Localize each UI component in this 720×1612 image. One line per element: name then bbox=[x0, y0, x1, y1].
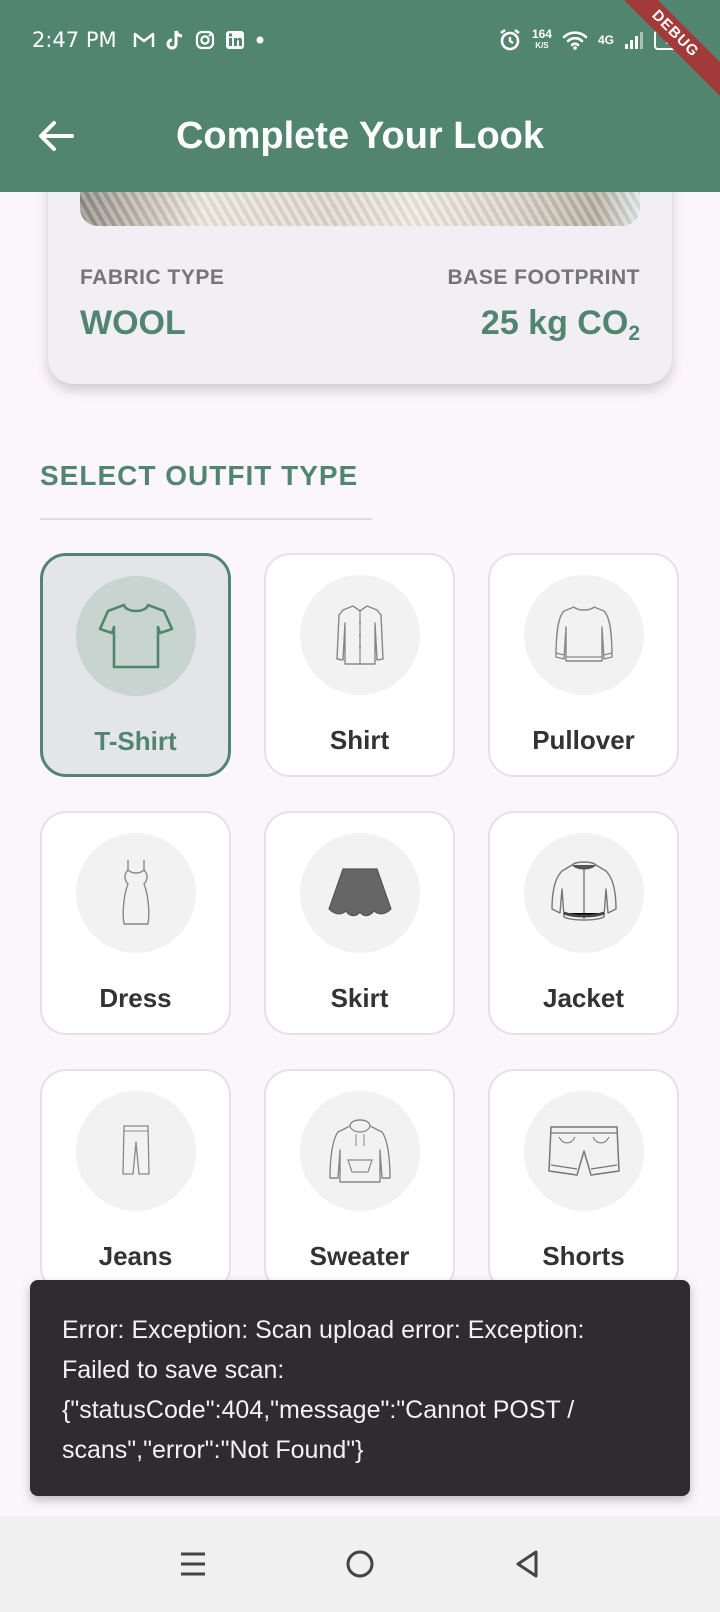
shirt-icon bbox=[335, 605, 384, 665]
outfit-icon-circle bbox=[299, 575, 420, 695]
dot-icon bbox=[256, 36, 264, 44]
outfit-tile-skirt[interactable]: Skirt bbox=[264, 811, 455, 1035]
snackbar-message: Error: Exception: Scan upload error: Exc… bbox=[62, 1316, 585, 1464]
error-snackbar: Error: Exception: Scan upload error: Exc… bbox=[30, 1280, 690, 1496]
outfit-icon-circle bbox=[523, 575, 644, 695]
top-bar: 2:47 PM 164 K/S 4G 74 DEBUG Complete You… bbox=[0, 0, 720, 192]
outfit-icon-circle bbox=[299, 1091, 420, 1211]
speed-value: 164 bbox=[531, 27, 552, 41]
recents-icon bbox=[181, 1552, 206, 1576]
outfit-label: Dress bbox=[99, 983, 172, 1013]
outfit-label: Shorts bbox=[542, 1241, 625, 1271]
base-footprint-label: BASE FOOTPRINT bbox=[447, 266, 640, 289]
outfit-tile-tshirt[interactable]: T-Shirt bbox=[40, 553, 231, 777]
status-bar: 2:47 PM 164 K/S 4G 74 bbox=[0, 0, 720, 80]
pullover-icon bbox=[554, 606, 613, 662]
section-divider bbox=[40, 518, 372, 520]
outfit-icon-circle bbox=[523, 1091, 644, 1211]
outfit-icon-circle bbox=[299, 833, 420, 953]
linkedin-icon bbox=[225, 31, 244, 49]
hoodie-icon bbox=[328, 1119, 391, 1183]
notification-icons bbox=[133, 29, 265, 51]
outfit-label: Pullover bbox=[532, 725, 635, 755]
footprint-subscript: 2 bbox=[628, 322, 640, 345]
system-nav-bar bbox=[0, 1516, 720, 1612]
dress-icon bbox=[122, 860, 149, 925]
outfit-tile-jeans[interactable]: Jeans bbox=[40, 1069, 231, 1293]
jeans-icon bbox=[121, 1125, 150, 1175]
fabric-type-label: FABRIC TYPE bbox=[80, 266, 225, 289]
outfit-tile-dress[interactable]: Dress bbox=[40, 811, 231, 1035]
section-title: SELECT OUTFIT TYPE bbox=[40, 460, 359, 491]
network-type: 4G bbox=[597, 33, 614, 47]
tiktok-icon bbox=[166, 30, 182, 50]
home-icon bbox=[346, 1550, 374, 1578]
outfit-icon-circle bbox=[75, 576, 196, 696]
outfit-tile-shorts[interactable]: Shorts bbox=[488, 1069, 679, 1293]
speed-unit: K/S bbox=[535, 41, 549, 50]
gmail-icon bbox=[133, 32, 154, 47]
back-icon bbox=[516, 1550, 538, 1578]
back-button[interactable] bbox=[28, 108, 84, 164]
outfit-label: Jeans bbox=[98, 1241, 173, 1271]
outfit-icon-circle bbox=[75, 833, 196, 953]
base-footprint-value: 25 kg CO2 bbox=[481, 304, 640, 346]
skirt-icon bbox=[327, 868, 392, 917]
alarm-icon bbox=[500, 29, 520, 51]
jacket-icon bbox=[550, 861, 617, 921]
outfit-label: Sweater bbox=[309, 1241, 410, 1271]
outfit-tile-shirt[interactable]: Shirt bbox=[264, 553, 455, 777]
page-title: Complete Your Look bbox=[175, 114, 545, 157]
outfit-tile-pullover[interactable]: Pullover bbox=[488, 553, 679, 777]
shorts-icon bbox=[547, 1126, 620, 1176]
outfit-icon-circle bbox=[523, 833, 644, 953]
tshirt-icon bbox=[98, 603, 173, 669]
outfit-tile-sweater[interactable]: Sweater bbox=[264, 1069, 455, 1293]
outfit-label: Shirt bbox=[329, 725, 390, 755]
outfit-icon-circle bbox=[75, 1091, 196, 1211]
wifi-icon bbox=[562, 31, 588, 50]
outfit-label: T-Shirt bbox=[94, 726, 177, 756]
app-bar: Complete Your Look bbox=[0, 80, 720, 192]
outfit-tile-jacket[interactable]: Jacket bbox=[488, 811, 679, 1035]
outfit-label: Skirt bbox=[330, 983, 389, 1013]
fabric-type-value: WOOL bbox=[80, 304, 186, 342]
footprint-main: 25 kg CO bbox=[480, 304, 629, 342]
arrow-back-icon bbox=[39, 121, 74, 151]
system-back-button[interactable] bbox=[497, 1534, 557, 1594]
network-speed: 164 K/S bbox=[531, 27, 552, 51]
home-button[interactable] bbox=[330, 1534, 390, 1594]
signal-icon bbox=[625, 32, 643, 49]
status-time: 2:47 PM bbox=[32, 28, 117, 52]
instagram-icon bbox=[195, 30, 214, 50]
recents-button[interactable] bbox=[163, 1534, 223, 1594]
outfit-label: Jacket bbox=[543, 983, 624, 1013]
